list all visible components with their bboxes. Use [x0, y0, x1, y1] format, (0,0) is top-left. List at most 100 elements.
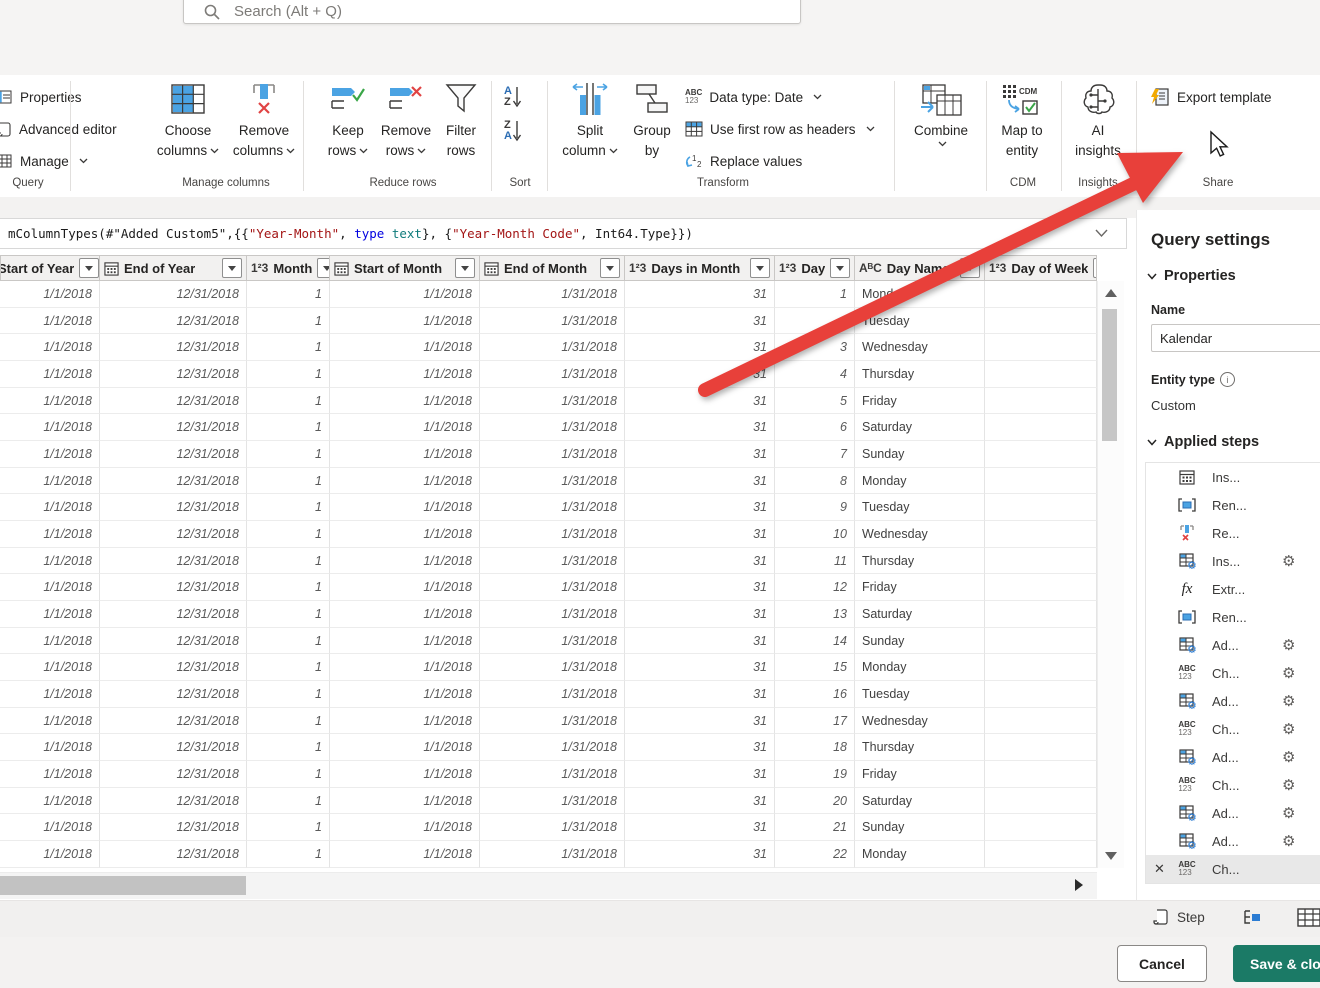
- delete-step-icon[interactable]: ✕: [1154, 861, 1165, 877]
- replace-values-button[interactable]: 12 Replace values: [685, 149, 802, 173]
- table-cell[interactable]: 1/1/2018: [0, 467, 100, 495]
- table-cell[interactable]: [985, 574, 1097, 602]
- table-cell[interactable]: Thursday: [855, 734, 985, 762]
- advanced-editor-button[interactable]: Advanced editor: [0, 117, 117, 141]
- sort-descending-button[interactable]: ZA: [504, 119, 522, 143]
- table-cell[interactable]: 22: [775, 841, 855, 868]
- table-cell[interactable]: 1: [247, 681, 330, 708]
- table-cell[interactable]: 1: [247, 441, 330, 468]
- table-cell[interactable]: 7: [775, 441, 855, 468]
- table-cell[interactable]: 1/1/2018: [330, 681, 480, 708]
- table-cell[interactable]: 1/31/2018: [480, 387, 625, 415]
- manage-button[interactable]: Manage: [0, 149, 88, 173]
- column-header-start-of-year[interactable]: Start of Year: [0, 255, 100, 281]
- table-cell[interactable]: 1: [247, 307, 330, 335]
- table-cell[interactable]: 12/31/2018: [100, 841, 247, 868]
- applied-step-item[interactable]: fx Extr...: [1146, 575, 1320, 603]
- applied-step-item[interactable]: Re...: [1146, 519, 1320, 547]
- filter-dropdown-button[interactable]: [750, 258, 770, 278]
- table-cell[interactable]: [985, 334, 1097, 362]
- table-cell[interactable]: 1/1/2018: [330, 601, 480, 628]
- table-cell[interactable]: Tuesday: [855, 494, 985, 522]
- column-header-end-of-year[interactable]: End of Year: [100, 255, 247, 281]
- table-cell[interactable]: 12/31/2018: [100, 574, 247, 602]
- table-cell[interactable]: 1/1/2018: [330, 761, 480, 788]
- table-cell[interactable]: 1/31/2018: [480, 547, 625, 575]
- filter-dropdown-button[interactable]: [830, 258, 851, 278]
- table-cell[interactable]: Saturday: [855, 787, 985, 815]
- applied-step-item[interactable]: ⚙ Ad... ⚙: [1146, 743, 1320, 771]
- table-cell[interactable]: 5: [775, 387, 855, 415]
- table-cell[interactable]: 12/31/2018: [100, 601, 247, 628]
- table-cell[interactable]: 12/31/2018: [100, 707, 247, 735]
- table-cell[interactable]: 1/1/2018: [0, 841, 100, 868]
- table-cell[interactable]: 1/1/2018: [330, 521, 480, 548]
- split-column-button[interactable]: Split column: [557, 83, 623, 161]
- scroll-up-icon[interactable]: [1105, 289, 1117, 297]
- table-cell[interactable]: 1: [247, 627, 330, 655]
- table-cell[interactable]: 1/1/2018: [330, 387, 480, 415]
- table-cell[interactable]: Wednesday: [855, 707, 985, 735]
- table-cell[interactable]: 31: [625, 361, 775, 388]
- table-cell[interactable]: 1/1/2018: [330, 814, 480, 842]
- column-header-month[interactable]: 1²3 Month: [247, 255, 330, 281]
- applied-step-item[interactable]: Ins...: [1146, 463, 1320, 491]
- table-cell[interactable]: 1: [247, 494, 330, 522]
- table-cell[interactable]: 31: [625, 281, 775, 308]
- table-cell[interactable]: 31: [625, 441, 775, 468]
- table-cell[interactable]: 12/31/2018: [100, 414, 247, 442]
- table-cell[interactable]: 1/1/2018: [330, 307, 480, 335]
- table-cell[interactable]: 1/1/2018: [0, 307, 100, 335]
- column-header-day[interactable]: 1²3 Day: [775, 255, 855, 281]
- table-cell[interactable]: 1/31/2018: [480, 627, 625, 655]
- table-cell[interactable]: 1: [247, 387, 330, 415]
- table-cell[interactable]: 12/31/2018: [100, 281, 247, 308]
- table-cell[interactable]: [985, 654, 1097, 682]
- table-cell[interactable]: 1/1/2018: [330, 547, 480, 575]
- table-cell[interactable]: 1/31/2018: [480, 281, 625, 308]
- column-header-days-in-month[interactable]: 1²3 Days in Month: [625, 255, 775, 281]
- table-cell[interactable]: 8: [775, 467, 855, 495]
- table-cell[interactable]: 1/1/2018: [0, 574, 100, 602]
- table-cell[interactable]: 3: [775, 334, 855, 362]
- gear-icon[interactable]: ⚙: [1282, 748, 1295, 766]
- table-cell[interactable]: 1/1/2018: [330, 574, 480, 602]
- table-cell[interactable]: 1/1/2018: [0, 787, 100, 815]
- table-cell[interactable]: Monday: [855, 654, 985, 682]
- table-cell[interactable]: [985, 681, 1097, 708]
- table-cell[interactable]: 9: [775, 494, 855, 522]
- column-header-day-of-week[interactable]: 1²3 Day of Week: [985, 255, 1097, 281]
- gear-icon[interactable]: ⚙: [1282, 692, 1295, 710]
- applied-step-item[interactable]: ⚙ Ad... ⚙: [1146, 799, 1320, 827]
- table-cell[interactable]: 17: [775, 707, 855, 735]
- gear-icon[interactable]: ⚙: [1282, 664, 1295, 682]
- save-and-close-button[interactable]: Save & close: [1233, 945, 1320, 982]
- table-cell[interactable]: 31: [625, 494, 775, 522]
- table-cell[interactable]: 16: [775, 681, 855, 708]
- table-cell[interactable]: 1: [247, 814, 330, 842]
- table-cell[interactable]: 1/1/2018: [0, 361, 100, 388]
- group-by-button[interactable]: Group by: [625, 83, 679, 161]
- column-header-end-of-month[interactable]: End of Month: [480, 255, 625, 281]
- table-cell[interactable]: 1/1/2018: [330, 334, 480, 362]
- table-cell[interactable]: [985, 494, 1097, 522]
- column-header-day-name[interactable]: AᴮC Day Name: [855, 255, 985, 281]
- table-cell[interactable]: Monday: [855, 467, 985, 495]
- table-cell[interactable]: [985, 814, 1097, 842]
- table-cell[interactable]: 1/31/2018: [480, 734, 625, 762]
- info-icon[interactable]: i: [1219, 372, 1235, 387]
- table-cell[interactable]: 12/31/2018: [100, 814, 247, 842]
- table-cell[interactable]: Sunday: [855, 814, 985, 842]
- table-cell[interactable]: 31: [625, 547, 775, 575]
- table-cell[interactable]: 1: [247, 281, 330, 308]
- table-cell[interactable]: 1/1/2018: [0, 761, 100, 788]
- table-cell[interactable]: 31: [625, 574, 775, 602]
- table-cell[interactable]: Wednesday: [855, 521, 985, 548]
- filter-dropdown-button[interactable]: [600, 258, 620, 278]
- table-cell[interactable]: 1: [247, 841, 330, 868]
- table-cell[interactable]: 1: [775, 281, 855, 308]
- keep-rows-button[interactable]: Keep rows: [319, 83, 377, 161]
- table-cell[interactable]: 1/31/2018: [480, 761, 625, 788]
- table-cell[interactable]: 1/31/2018: [480, 574, 625, 602]
- table-cell[interactable]: Tuesday: [855, 307, 985, 335]
